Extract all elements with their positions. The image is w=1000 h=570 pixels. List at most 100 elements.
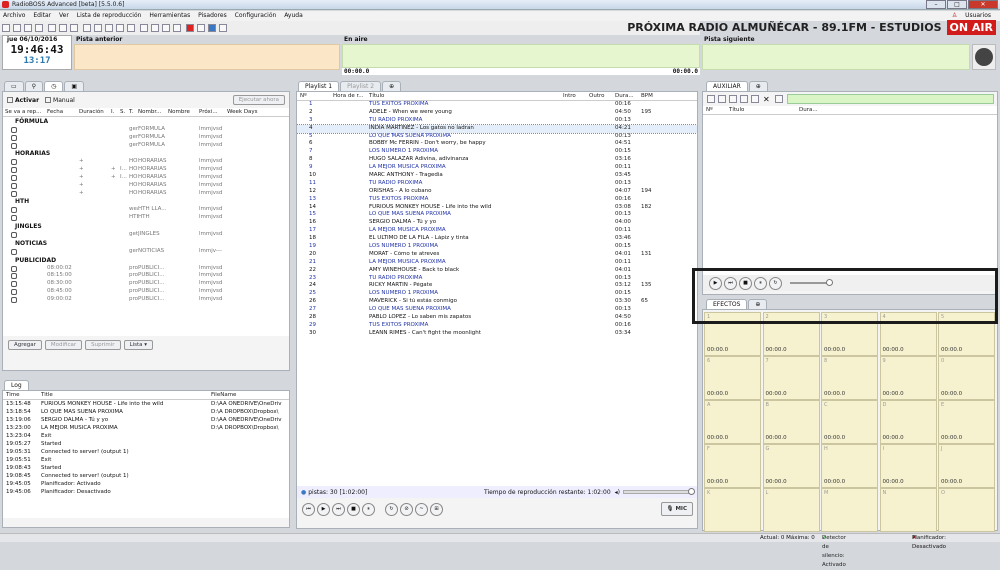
col-header[interactable]: Title bbox=[41, 391, 211, 399]
volume-thumb[interactable] bbox=[688, 488, 695, 495]
effect-pad[interactable]: H 00:00.0 bbox=[821, 444, 878, 488]
next-button[interactable]: ⏭ bbox=[332, 502, 345, 516]
effect-pad[interactable]: 8 00:00.0 bbox=[821, 356, 878, 400]
schedule-group[interactable]: PUBLICIDAD bbox=[3, 256, 289, 265]
playlist-row[interactable]: 8 HUGO SALAZAR Adivina, adivinanza 03:16 bbox=[297, 156, 697, 164]
delete-button[interactable]: Suprimir bbox=[85, 340, 121, 350]
layout-1-icon[interactable] bbox=[93, 24, 102, 32]
log-row[interactable]: 19:45:05 Planificador: Activado bbox=[3, 480, 289, 488]
col-header[interactable]: Nombre bbox=[168, 108, 199, 116]
menu-herramientas[interactable]: Herramientas bbox=[149, 11, 190, 21]
playlist-row[interactable]: 18 EL ÚLTIMO DE LA FILA - Lápiz y tinta 03… bbox=[297, 235, 697, 243]
col-header[interactable]: Nombr... bbox=[138, 108, 168, 116]
playlist-row[interactable]: 5 LO QUE MAS SUENA PROXIMA 00:13 bbox=[297, 133, 697, 141]
layout-2-icon[interactable] bbox=[104, 24, 113, 32]
fx-button[interactable]: ⊞ bbox=[430, 502, 443, 516]
playlist-row[interactable]: 15 LO QUE MAS SUENA PROXIMA 00:13 bbox=[297, 211, 697, 219]
menu-editar[interactable]: Editar bbox=[33, 11, 51, 21]
activate-checkbox[interactable] bbox=[7, 97, 13, 103]
log-row[interactable]: 19:05:51 Exit bbox=[3, 456, 289, 464]
add-aux-tab[interactable]: ⊕ bbox=[748, 81, 768, 91]
schedule-row[interactable]: 09:00:02 proxima0...PUBLICI... lmmjvsd bbox=[3, 296, 289, 304]
playlist-row[interactable]: 7 LOS NUMERO 1 PROXIMA 00:15 bbox=[297, 148, 697, 156]
playlist-row[interactable]: 27 LO QUE MAS SUENA PROXIMA 00:13 bbox=[297, 306, 697, 314]
schedule-row[interactable]: + + I...HORARI...HORARIAS lmmjvsd bbox=[3, 166, 289, 174]
schedule-row[interactable]: 08:30:00 proxima0...PUBLICI... lmmjvsd bbox=[3, 280, 289, 288]
effect-pad[interactable]: 6 00:00.0 bbox=[704, 356, 761, 400]
schedule-row[interactable]: generate...FÓRMULA lmmjvsd bbox=[3, 126, 289, 134]
playlist-row[interactable]: 30 LEANN RIMES - Can't fight the moonligh… bbox=[297, 330, 697, 338]
tab-auxiliar[interactable]: AUXILIAR bbox=[706, 81, 748, 91]
schedule-row[interactable]: weather ...HTH LLA... lmmjvsd bbox=[3, 206, 289, 214]
playlist-row[interactable]: 12 ORISHAS - A lo cubano 04:07 194 bbox=[297, 188, 697, 196]
aux-remove-icon[interactable]: ✕ bbox=[763, 95, 770, 104]
playlist-row[interactable]: 17 LA MEJOR MUSICA PROXIMA 00:11 bbox=[297, 227, 697, 235]
schedule-row[interactable]: generate...NOTICIAS lmmjv--- bbox=[3, 248, 289, 256]
log-row[interactable]: 19:05:31 Connected to server! (output 1) bbox=[3, 448, 289, 456]
library-icon[interactable] bbox=[150, 24, 159, 32]
cut-icon[interactable] bbox=[47, 24, 56, 32]
effect-pad[interactable]: G 00:00.0 bbox=[762, 444, 820, 488]
playlist-row[interactable]: 23 TU RADIO PROXIMA 00:13 bbox=[297, 275, 697, 283]
schedule-group[interactable]: JINGLES bbox=[3, 222, 289, 231]
copy-icon[interactable] bbox=[58, 24, 67, 32]
playlist-row[interactable]: 1 TUS EXITOS PROXIMA 00:16 bbox=[297, 101, 697, 109]
playlist-row[interactable]: 22 AMY WINEHOUSE - Back to black 04:01 bbox=[297, 267, 697, 275]
menu-lista[interactable]: Lista de reproducción bbox=[77, 11, 142, 21]
col-header[interactable]: Duración bbox=[79, 108, 111, 116]
log-row[interactable]: 13:19:06 SERGIO DALMA - Tú y yo D:\AA ONED… bbox=[3, 416, 289, 424]
aux-list-icon[interactable] bbox=[751, 95, 759, 103]
effect-pad[interactable]: D 00:00.0 bbox=[879, 400, 937, 444]
playlist-row[interactable]: 19 LOS NUMERO 1 PROXIMA 00:15 bbox=[297, 243, 697, 251]
schedule-row[interactable]: generate...FÓRMULA lmmjvsd bbox=[3, 134, 289, 142]
col-header[interactable]: Título bbox=[729, 106, 799, 114]
schedule-row[interactable]: HTH GEN...HTH lmmjvsd bbox=[3, 214, 289, 222]
schedule-row[interactable]: 08:00:02 proxima0...PUBLICI... lmmjvsd bbox=[3, 265, 289, 273]
col-header[interactable]: BPM bbox=[641, 92, 663, 100]
effect-pad[interactable]: J 00:00.0 bbox=[938, 444, 995, 488]
paste-icon[interactable] bbox=[69, 24, 78, 32]
log-row[interactable]: 13:23:00 LA MEJOR MUSICA PROXIMA D:\A DROP… bbox=[3, 424, 289, 432]
layout-3-icon[interactable] bbox=[115, 24, 124, 32]
playlist-row[interactable]: 21 LA MEJOR MUSICA PROXIMA 00:11 bbox=[297, 259, 697, 267]
play-button[interactable]: ▶ bbox=[317, 502, 330, 516]
aux-open-icon[interactable] bbox=[718, 95, 726, 103]
log-row[interactable]: 19:45:06 Planificador: Desactivado bbox=[3, 488, 289, 496]
effect-pad[interactable]: B 00:00.0 bbox=[762, 400, 820, 444]
tab-scheduler[interactable]: ◷ bbox=[44, 81, 64, 91]
playlist-row[interactable]: 20 MORAT - Cómo te atreves 04:01 131 bbox=[297, 251, 697, 259]
tab-other[interactable]: ▣ bbox=[64, 81, 84, 91]
effect-pad[interactable]: I 00:00.0 bbox=[879, 444, 937, 488]
playlist-row[interactable]: 25 LOS NUMERO 1 PROXIMA 00:15 bbox=[297, 290, 697, 298]
col-header[interactable]: S. bbox=[120, 108, 129, 116]
col-header[interactable]: Se va a rep... bbox=[3, 108, 47, 116]
run-now-button[interactable]: Ejecutar ahora bbox=[232, 95, 285, 105]
modify-button[interactable]: Modificar bbox=[44, 340, 83, 350]
col-header[interactable]: Time bbox=[3, 391, 41, 399]
log-row[interactable]: 13:15:48 FURIOUS MONKEY HOUSE - Life into… bbox=[3, 400, 289, 408]
col-header[interactable]: FileName bbox=[211, 391, 287, 399]
playlist-row[interactable]: 3 TU RADIO PROXIMA 00:13 bbox=[297, 117, 697, 125]
effect-pad[interactable]: N bbox=[879, 488, 937, 532]
prev-button[interactable]: ⏮ bbox=[302, 502, 315, 516]
effect-pad[interactable]: E 00:00.0 bbox=[938, 400, 995, 444]
effect-pad[interactable]: 9 00:00.0 bbox=[879, 356, 937, 400]
playlist-row[interactable]: 9 LA MEJOR MUSICA PROXIMA 00:11 bbox=[297, 164, 697, 172]
col-header[interactable]: Hora de r... bbox=[333, 92, 369, 100]
schedule-row[interactable]: 08:45:00 proxima0...PUBLICI... lmmjvsd bbox=[3, 288, 289, 296]
save-icon[interactable] bbox=[24, 24, 32, 32]
col-header[interactable]: Nº bbox=[297, 92, 333, 100]
menu-ver[interactable]: Ver bbox=[59, 11, 69, 21]
tab-search[interactable]: ⚲ bbox=[24, 81, 44, 91]
schedule-group[interactable]: NOTICIAS bbox=[3, 239, 289, 248]
menu-archivo[interactable]: Archivo bbox=[3, 11, 25, 21]
effect-pad[interactable]: O bbox=[938, 488, 995, 532]
maximize-button[interactable]: □ bbox=[947, 0, 967, 9]
tab-library[interactable]: ▭ bbox=[4, 81, 24, 91]
schedule-row[interactable]: getfile 'D...JINGLES lmmjvsd bbox=[3, 231, 289, 239]
playlist-row[interactable]: 13 TUS EXITOS PROXIMA 00:16 bbox=[297, 196, 697, 204]
mute-button[interactable]: ⊘ bbox=[400, 502, 413, 516]
col-header[interactable]: Nº bbox=[703, 106, 729, 114]
playlist-row[interactable]: 28 PABLO LÓPEZ - Lo saben mis zapatos 04:5… bbox=[297, 314, 697, 322]
col-header[interactable]: Dura... bbox=[615, 92, 641, 100]
